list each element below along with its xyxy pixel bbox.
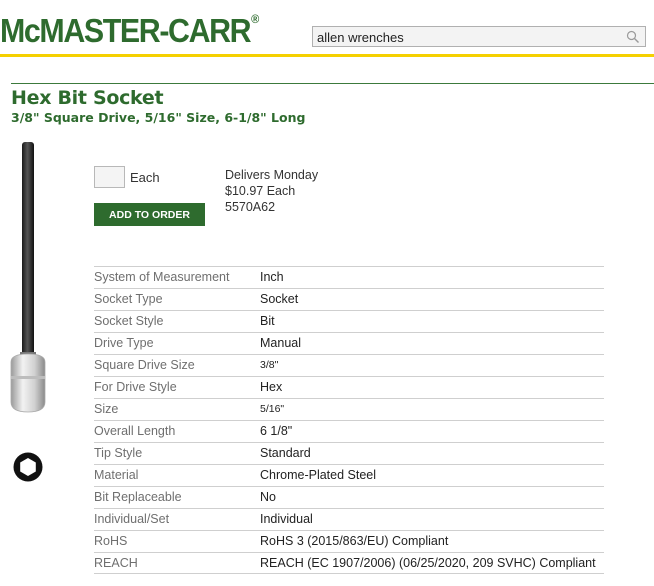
spec-row: Socket Type Socket <box>94 288 604 310</box>
spec-value: Hex <box>260 380 283 394</box>
spec-row: Drive Type Manual <box>94 332 604 354</box>
spec-row: RoHS RoHS 3 (2015/863/EU) Compliant <box>94 530 604 552</box>
spec-value: Manual <box>260 336 301 350</box>
spec-row: Tip Style Standard <box>94 442 604 464</box>
spec-value: Chrome-Plated Steel <box>260 468 377 482</box>
spec-label: RoHS <box>94 534 128 548</box>
logo-registered-mark: ® <box>251 12 260 26</box>
add-to-order-button[interactable]: ADD TO ORDER <box>94 203 205 226</box>
spec-value: 3/8" <box>260 359 279 371</box>
product-title: Hex Bit Socket <box>11 87 164 109</box>
spec-label: Overall Length <box>94 424 176 438</box>
product-image <box>10 142 46 413</box>
price-text: $10.97 Each <box>225 184 296 198</box>
spec-label: Individual/Set <box>94 512 170 526</box>
spec-value: 5/16" <box>260 403 285 415</box>
spec-row: Square Drive Size 3/8" <box>94 354 604 376</box>
title-divider <box>11 83 654 84</box>
part-number: 5570A62 <box>225 200 276 214</box>
mcmaster-logo[interactable]: McMASTER-CARR® <box>0 12 259 50</box>
spec-label: Socket Type <box>94 292 163 306</box>
delivery-text: Delivers Monday <box>225 168 319 182</box>
spec-value: 6 1/8" <box>260 424 293 438</box>
delivery-info: Delivers Monday $10.97 Each 5570A62 <box>225 167 318 215</box>
spec-value: REACH (EC 1907/2006) (06/25/2020, 209 SV… <box>260 556 596 570</box>
spec-value: Standard <box>260 446 311 460</box>
spec-value: No <box>260 490 276 504</box>
logo-text: McMASTER-CARR <box>0 12 252 49</box>
spec-label: REACH <box>94 556 138 570</box>
spec-value: RoHS 3 (2015/863/EU) Compliant <box>260 534 449 548</box>
search-icon[interactable] <box>626 30 640 44</box>
quantity-input[interactable] <box>94 166 125 188</box>
search-input[interactable] <box>317 29 617 45</box>
spec-row: For Drive Style Hex <box>94 376 604 398</box>
spec-row: REACH REACH (EC 1907/2006) (06/25/2020, 2… <box>94 552 604 574</box>
spec-row: Material Chrome-Plated Steel <box>94 464 604 486</box>
spec-label: Square Drive Size <box>94 358 195 372</box>
spec-label: For Drive Style <box>94 380 177 394</box>
product-subtitle: 3/8" Square Drive, 5/16" Size, 6-1/8" Lo… <box>11 110 306 125</box>
unit-label: Each <box>130 170 160 185</box>
header-yellow-bar <box>0 54 654 57</box>
spec-value: Socket <box>260 292 299 306</box>
spec-label: Material <box>94 468 139 482</box>
hex-shape-icon <box>13 452 43 482</box>
spec-label: System of Measurement <box>94 270 230 284</box>
spec-label: Size <box>94 402 119 416</box>
spec-label: Socket Style <box>94 314 164 328</box>
spec-row: Socket Style Bit <box>94 310 604 332</box>
spec-row: System of Measurement Inch <box>94 266 604 288</box>
spec-value: Inch <box>260 270 284 284</box>
spec-row: Overall Length 6 1/8" <box>94 420 604 442</box>
spec-value: Bit <box>260 314 275 328</box>
spec-row: Individual/Set Individual <box>94 508 604 530</box>
spec-value: Individual <box>260 512 313 526</box>
spec-label: Bit Replaceable <box>94 490 182 504</box>
spec-label: Tip Style <box>94 446 143 460</box>
search-box[interactable] <box>312 26 646 47</box>
spec-label: Drive Type <box>94 336 154 350</box>
spec-row: Bit Replaceable No <box>94 486 604 508</box>
spec-row: Size 5/16" <box>94 398 604 420</box>
spec-table: System of Measurement Inch Socket Type Soc… <box>94 266 604 574</box>
